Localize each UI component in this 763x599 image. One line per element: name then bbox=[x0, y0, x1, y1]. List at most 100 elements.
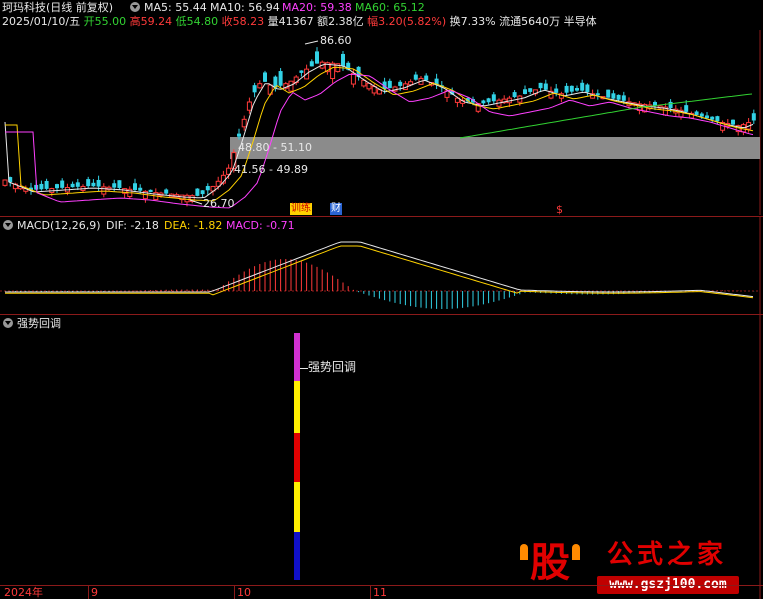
candle-body bbox=[237, 133, 241, 137]
zone-label-2: 41.56 - 49.89 bbox=[234, 163, 308, 176]
watermark-title: 公式之家 bbox=[607, 540, 728, 570]
signal-bar-red bbox=[294, 433, 300, 482]
candle-body bbox=[538, 82, 543, 89]
candle-body bbox=[731, 119, 735, 125]
candle-body bbox=[278, 71, 283, 86]
candle-body bbox=[164, 189, 169, 194]
panel-divider-1 bbox=[0, 216, 763, 217]
candle-body bbox=[564, 85, 569, 93]
candle-body bbox=[55, 184, 59, 189]
candle-body bbox=[580, 82, 585, 91]
candle-body bbox=[263, 72, 267, 82]
candle-body bbox=[413, 74, 418, 80]
candle-body bbox=[491, 94, 496, 102]
high-marker: 86.60 bbox=[320, 34, 352, 47]
macd-title: MACD(12,26,9) bbox=[17, 219, 101, 232]
indicator-title: 强势回调 bbox=[17, 317, 61, 330]
event-marker-3[interactable]: $ bbox=[556, 203, 563, 216]
candle-body bbox=[424, 75, 429, 81]
candle-body bbox=[299, 70, 304, 73]
candle-body bbox=[341, 53, 345, 67]
signal-bar-magenta bbox=[294, 333, 300, 381]
bull-horn-left-icon bbox=[520, 544, 528, 560]
candle-body bbox=[554, 88, 559, 93]
candle-body bbox=[621, 95, 626, 101]
time-label-11: 11 bbox=[373, 586, 387, 599]
candle-body bbox=[512, 92, 517, 98]
candle-body bbox=[481, 100, 486, 104]
panel-divider-2 bbox=[0, 314, 763, 315]
candle-body bbox=[241, 118, 247, 128]
candle-body bbox=[44, 180, 49, 189]
candle-body bbox=[60, 180, 65, 188]
macd-histogram bbox=[4, 259, 755, 309]
candle-body bbox=[705, 115, 709, 119]
candle-body bbox=[611, 93, 616, 99]
candle-body bbox=[523, 89, 527, 94]
bull-horn-right-icon bbox=[572, 544, 580, 560]
signal-bar-blue bbox=[294, 532, 300, 580]
candle-body bbox=[387, 80, 392, 89]
candle-body bbox=[2, 179, 8, 186]
candle-body bbox=[195, 188, 200, 196]
time-tick-9 bbox=[88, 586, 89, 599]
candle-body bbox=[668, 101, 673, 109]
macd-dif: DIF: -2.18 bbox=[106, 219, 159, 232]
watermark-logo: 股 bbox=[520, 540, 580, 590]
candle-body bbox=[257, 83, 263, 89]
indicator-dropdown-icon[interactable] bbox=[3, 318, 13, 328]
event-marker-1[interactable]: 训练 bbox=[290, 203, 312, 215]
event-marker-2[interactable]: 财 bbox=[330, 203, 342, 215]
candle-body bbox=[86, 179, 91, 187]
candle-body bbox=[543, 83, 548, 90]
candle-body bbox=[309, 61, 314, 67]
candle-body bbox=[528, 88, 533, 92]
candle-body bbox=[486, 98, 491, 103]
watermark-logo-char: 股 bbox=[530, 539, 570, 586]
signal-pointer bbox=[300, 368, 308, 369]
dif-line bbox=[5, 241, 754, 298]
macd-dea: DEA: -1.82 bbox=[164, 219, 223, 232]
candle-body bbox=[205, 186, 210, 191]
candle-body bbox=[715, 116, 720, 122]
candle-body bbox=[408, 81, 414, 86]
candle-body bbox=[710, 116, 715, 120]
candle-body bbox=[148, 189, 153, 193]
candle-body bbox=[91, 182, 96, 187]
ma5-line bbox=[4, 63, 754, 199]
candle-body bbox=[398, 81, 403, 86]
time-tick-11 bbox=[370, 586, 371, 599]
signal-bar-yellow-2 bbox=[294, 482, 300, 532]
price-chart[interactable]: 86.60 26.70 48.80 - 51.10 41.56 - 49.89 bbox=[0, 0, 763, 215]
candle-body bbox=[39, 183, 44, 190]
time-tick-10 bbox=[234, 586, 235, 599]
dea-line bbox=[5, 245, 754, 299]
candle-body bbox=[133, 183, 137, 190]
candle-body bbox=[606, 89, 611, 98]
candle-body bbox=[101, 186, 107, 195]
time-label-year: 2024年 bbox=[4, 586, 43, 599]
candle-body bbox=[694, 111, 699, 115]
candle-body bbox=[699, 113, 704, 117]
candle-body bbox=[75, 182, 80, 187]
low-marker: 26.70 bbox=[203, 197, 235, 210]
candle-body bbox=[585, 84, 590, 93]
macd-dropdown-icon[interactable] bbox=[3, 220, 13, 230]
candle-body bbox=[252, 85, 257, 93]
signal-bar-yellow-1 bbox=[294, 381, 300, 433]
candle-body bbox=[138, 187, 143, 191]
candle-body bbox=[246, 101, 252, 111]
candle-body bbox=[200, 190, 205, 195]
candle-body bbox=[684, 105, 689, 112]
candles-layer bbox=[2, 47, 756, 207]
candle-body bbox=[751, 113, 756, 121]
time-label-9: 9 bbox=[91, 586, 98, 599]
candle-body bbox=[184, 194, 190, 203]
zone-label-1: 48.80 - 51.10 bbox=[238, 141, 312, 154]
signal-label: 强势回调 bbox=[308, 360, 357, 374]
candle-body bbox=[569, 85, 574, 92]
time-label-10: 10 bbox=[237, 586, 251, 599]
candle-body bbox=[70, 183, 75, 188]
candle-body bbox=[112, 183, 117, 188]
candle-body bbox=[575, 88, 579, 91]
